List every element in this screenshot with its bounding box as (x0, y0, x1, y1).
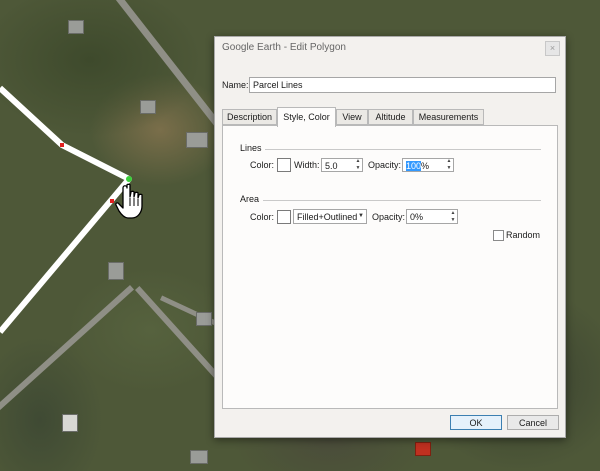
lines-opacity-label: Opacity: (368, 160, 402, 170)
lines-section-header: Lines (240, 143, 262, 153)
area-color-label: Color: (250, 212, 275, 222)
opacity-selected-value: 100 (406, 161, 422, 171)
fill-mode-select[interactable]: Filled+Outlined (293, 209, 367, 224)
title-bar[interactable]: Google Earth - Edit Polygon × (215, 37, 565, 59)
name-input[interactable]: Parcel Lines (249, 77, 556, 93)
lines-width-label: Width: (294, 160, 320, 170)
opacity-unit: % (421, 161, 430, 171)
width-spin-up-icon[interactable]: ▲ (354, 158, 362, 164)
fill-mode-value: Filled+Outlined (297, 212, 358, 222)
lines-color-label: Color: (250, 160, 275, 170)
edit-polygon-dialog: Google Earth - Edit Polygon × Name: Parc… (214, 36, 566, 438)
vertex-marker[interactable] (60, 143, 64, 147)
tab-style-color[interactable]: Style, Color (277, 107, 336, 127)
area-opacity-spin-down-icon[interactable]: ▼ (449, 217, 457, 223)
random-checkbox[interactable] (493, 230, 504, 241)
opacity-spin-down-icon[interactable]: ▼ (445, 165, 453, 171)
name-label: Name: (222, 80, 249, 90)
parcel-line[interactable] (0, 85, 132, 334)
lines-color-swatch[interactable] (277, 158, 291, 172)
lines-divider (265, 149, 541, 150)
vertex-marker[interactable] (110, 199, 114, 203)
close-button[interactable]: × (545, 41, 560, 56)
area-section-header: Area (240, 194, 260, 204)
dialog-title: Google Earth - Edit Polygon (222, 42, 346, 53)
chevron-down-icon: ▼ (358, 213, 364, 219)
area-divider (263, 200, 541, 201)
random-label: Random (506, 230, 541, 240)
tab-view[interactable]: View (336, 109, 368, 125)
tab-measurements[interactable]: Measurements (413, 109, 484, 125)
opacity-spin-up-icon[interactable]: ▲ (445, 158, 453, 164)
area-color-swatch[interactable] (277, 210, 291, 224)
tab-altitude[interactable]: Altitude (368, 109, 413, 125)
width-spin-down-icon[interactable]: ▼ (354, 165, 362, 171)
area-opacity-label: Opacity: (372, 212, 406, 222)
cancel-button[interactable]: Cancel (507, 415, 559, 430)
ok-button[interactable]: OK (450, 415, 502, 430)
style-color-panel: Lines Color: Width: 5.0 ▲ ▼ Opacity: 100… (222, 125, 558, 409)
tab-description[interactable]: Description (222, 109, 277, 125)
active-vertex-marker[interactable] (126, 176, 132, 182)
area-opacity-spin-up-icon[interactable]: ▲ (449, 210, 457, 216)
